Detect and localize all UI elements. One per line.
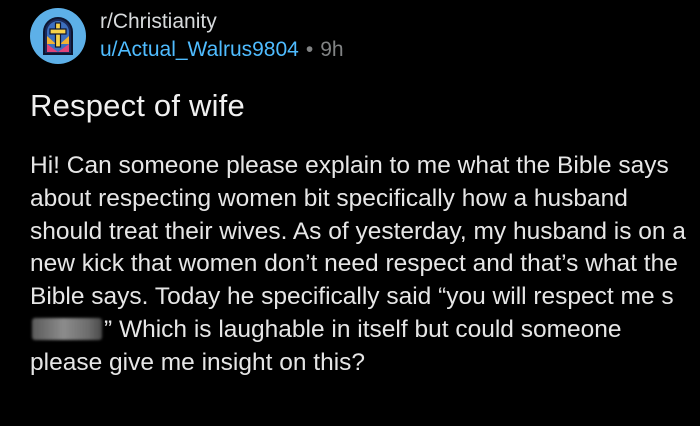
author-line: u/Actual_Walrus9804 • 9h: [100, 38, 344, 62]
author-username[interactable]: u/Actual_Walrus9804: [100, 38, 299, 62]
post-meta: r/Christianity u/Actual_Walrus9804 • 9h: [100, 10, 344, 62]
stained-glass-cross-icon: [43, 17, 73, 55]
post-body-text-end: ” Which is laughable in itself but could…: [30, 315, 622, 376]
post-body-text-start: Hi! Can someone please explain to me wha…: [30, 152, 686, 311]
post-body: Hi! Can someone please explain to me wha…: [30, 150, 690, 380]
post-timestamp: 9h: [320, 38, 344, 61]
separator-dot: •: [305, 38, 314, 61]
post-header: r/Christianity u/Actual_Walrus9804 • 9h: [30, 8, 344, 64]
censored-word: [32, 317, 102, 340]
post-title[interactable]: Respect of wife: [30, 88, 245, 124]
subreddit-avatar[interactable]: [30, 8, 86, 64]
subreddit-name[interactable]: r/Christianity: [100, 10, 344, 34]
